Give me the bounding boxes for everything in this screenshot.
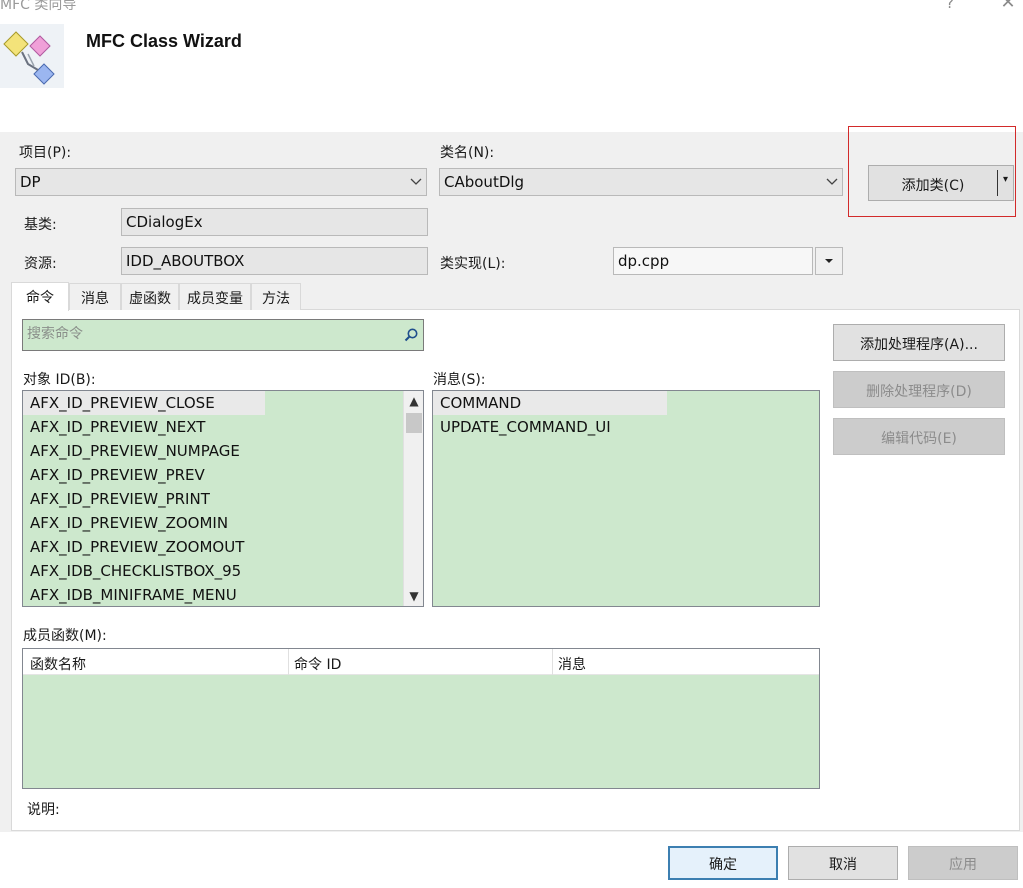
classname-value: CAboutDlg [444,173,525,191]
classname-combo[interactable]: CAboutDlg [439,168,843,196]
list-item[interactable]: AFX_ID_PREVIEW_NUMPAGE [23,439,423,463]
list-item[interactable]: AFX_ID_PREVIEW_PREV [23,463,423,487]
list-item[interactable]: AFX_ID_PREVIEW_ZOOMIN [23,511,423,535]
class-impl-label: 类实现(L): [440,256,506,272]
help-button[interactable]: ? [935,0,965,14]
chevron-down-icon [410,178,422,185]
tab-messages[interactable]: 消息 [69,283,121,310]
table-header: 函数名称 命令 ID 消息 [23,649,819,675]
member-functions-label: 成员函数(M): [23,628,107,644]
list-item[interactable]: AFX_IDB_MINIFRAME_MENU [23,583,423,606]
vertical-scrollbar[interactable]: ▲ ▼ [403,391,423,606]
classname-label: 类名(N): [440,145,495,161]
window-title: MFC 类向导 [0,0,77,13]
add-class-dropdown-icon[interactable]: ▾ [1003,174,1008,185]
list-item[interactable]: COMMAND [433,391,667,415]
scroll-up-icon[interactable]: ▲ [404,391,423,411]
add-class-button[interactable]: 添加类(C) ▾ [868,165,1014,201]
tab-methods[interactable]: 方法 [251,283,301,310]
ok-button[interactable]: 确定 [668,846,778,880]
column-divider [288,649,289,675]
column-function-name[interactable]: 函数名称 [30,654,86,674]
base-class-label: 基类: [24,217,57,233]
tab-virtual-functions[interactable]: 虚函数 [121,283,179,310]
project-value: DP [20,173,41,191]
project-combo[interactable]: DP [15,168,427,196]
search-box[interactable] [22,319,424,351]
delete-handler-button[interactable]: 删除处理程序(D) [833,371,1005,408]
scroll-thumb[interactable] [406,413,422,433]
scroll-down-icon[interactable]: ▼ [404,586,423,606]
tab-commands[interactable]: 命令 [11,282,69,311]
dropdown-arrow-icon [825,259,833,263]
apply-button[interactable]: 应用 [908,846,1018,880]
add-class-label: 添加类(C) [901,178,965,194]
list-item[interactable]: AFX_ID_PREVIEW_CLOSE [23,391,265,415]
page-title: MFC Class Wizard [86,31,242,51]
project-label: 项目(P): [19,145,72,161]
class-wizard-icon [0,24,64,88]
object-ids-label: 对象 ID(B): [23,372,96,388]
list-item[interactable]: UPDATE_COMMAND_UI [433,415,819,439]
search-input[interactable] [27,326,397,342]
list-item[interactable]: AFX_ID_PREVIEW_PRINT [23,487,423,511]
close-button[interactable]: ✕ [993,0,1023,13]
search-icon[interactable] [403,327,419,343]
list-item[interactable]: AFX_ID_PREVIEW_ZOOMOUT [23,535,423,559]
messages-label: 消息(S): [433,372,486,388]
chevron-down-icon [826,178,838,185]
messages-list[interactable]: COMMAND UPDATE_COMMAND_UI [432,390,820,607]
list-item[interactable]: AFX_IDB_CHECKLISTBOX_95 [23,559,423,583]
class-impl-field[interactable]: dp.cpp [613,247,813,275]
resource-field: IDD_ABOUTBOX [121,247,428,275]
resource-label: 资源: [24,256,57,272]
member-functions-table[interactable]: 函数名称 命令 ID 消息 [22,648,820,789]
cancel-button[interactable]: 取消 [788,846,898,880]
split-divider [997,170,998,196]
object-ids-list[interactable]: AFX_ID_PREVIEW_CLOSE AFX_ID_PREVIEW_NEXT… [22,390,424,607]
description-label: 说明: [27,802,60,818]
add-handler-button[interactable]: 添加处理程序(A)... [833,324,1005,361]
base-class-field: CDialogEx [121,208,428,236]
edit-code-button[interactable]: 编辑代码(E) [833,418,1005,455]
class-impl-dropdown-button[interactable] [815,247,843,275]
column-command-id[interactable]: 命令 ID [294,654,341,674]
list-item[interactable]: AFX_ID_PREVIEW_NEXT [23,415,423,439]
tab-member-variables[interactable]: 成员变量 [179,283,251,310]
column-message[interactable]: 消息 [558,654,586,674]
column-divider [552,649,553,675]
